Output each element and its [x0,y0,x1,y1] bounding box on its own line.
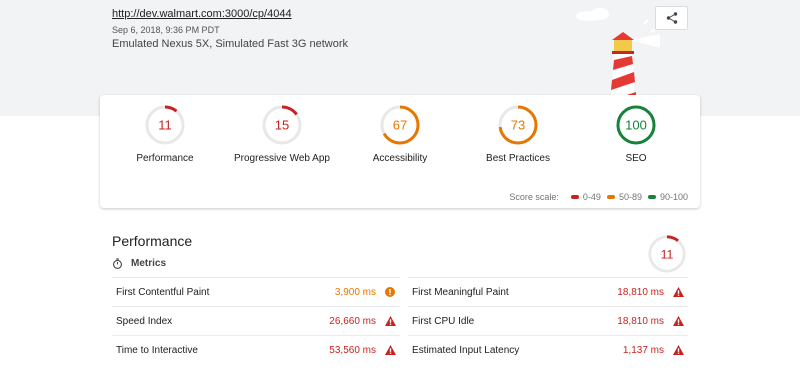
performance-section-title: Performance [112,233,193,249]
gauge-performance[interactable]: 11 Performance [105,103,225,164]
stopwatch-icon [113,258,122,269]
metric-first-cpu-idle: First CPU Idle 18,810 ms [408,306,688,335]
metric-value: 18,810 ms [617,315,664,327]
performance-section-gauge: 11 [646,233,688,280]
share-button[interactable] [655,6,688,30]
warning-triangle-icon [672,344,684,356]
gauge-score: 100 [625,118,647,133]
metrics-table: First Contentful Paint 3,900 ms First Me… [112,277,688,364]
metric-value: 1,137 ms [622,344,664,356]
gauge-progressive-web-app[interactable]: 15 Progressive Web App [222,103,342,164]
pass-dash-icon [647,195,656,199]
scale-item-pass: 90-100 [647,192,688,202]
metric-value: 3,900 ms [334,286,376,298]
score-gauge-ring: 67 [380,105,420,145]
score-scale-legend: Score scale: 0-49 50-89 90-100 [509,192,688,202]
metrics-row: Speed Index 26,660 ms First CPU Idle 18,… [112,306,688,335]
report-url-link[interactable]: http://dev.walmart.com:3000/cp/4044 [112,8,292,20]
gauge-score: 67 [393,118,407,133]
metric-value: 26,660 ms [329,315,376,327]
fail-dash-icon [570,195,579,199]
metrics-header: Metrics [112,258,166,269]
metric-name: First CPU Idle [412,315,475,327]
warning-triangle-icon [672,286,684,298]
gauge-best-practices[interactable]: 73 Best Practices [458,103,578,164]
gauge-label: Accessibility [372,153,428,164]
metric-name: Speed Index [116,315,173,327]
gauge-label: Progressive Web App [234,153,330,164]
score-gauge-ring: 11 [145,105,185,145]
gauge-score: 11 [158,118,172,133]
metrics-row: First Contentful Paint 3,900 ms First Me… [112,277,688,306]
score-scale-label: Score scale: [509,192,559,202]
score-gauge-ring: 73 [498,105,538,145]
gauge-label: Best Practices [486,153,550,164]
score-summary-card: 11 Performance 15 Progressive Web App 67… [100,95,700,208]
gauge-seo[interactable]: 100 SEO [576,103,696,164]
warning-triangle-icon [384,344,396,356]
metric-name: Estimated Input Latency [412,344,520,356]
warning-triangle-icon [384,315,396,327]
metric-speed-index: Speed Index 26,660 ms [112,306,400,335]
metric-value: 53,560 ms [329,344,376,356]
scale-range-label: 0-49 [582,192,601,202]
average-dash-icon [606,195,615,199]
metrics-row: Time to Interactive 53,560 ms Estimated … [112,335,688,364]
score-gauge-ring: 15 [262,105,302,145]
metrics-label: Metrics [131,258,167,269]
metric-time-to-interactive: Time to Interactive 53,560 ms [112,335,400,364]
metric-name: First Contentful Paint [116,286,210,298]
scale-item-fail: 0-49 [570,192,601,202]
gauge-accessibility[interactable]: 67 Accessibility [340,103,460,164]
scale-item-average: 50-89 [606,192,642,202]
report-date: Sep 6, 2018, 9:36 PM PDT [112,25,220,35]
score-gauge-ring: 100 [616,105,656,145]
gauge-score: 15 [275,118,289,133]
metric-value: 18,810 ms [617,286,664,298]
gauge-label: SEO [625,153,647,164]
share-icon [666,12,677,24]
warning-triangle-icon [672,315,684,327]
score-gauge-ring: 11 [648,235,686,273]
info-circle-icon [384,286,396,298]
metric-first-contentful-paint: First Contentful Paint 3,900 ms [112,277,400,306]
report-environment: Emulated Nexus 5X, Simulated Fast 3G net… [112,38,348,50]
metric-estimated-input-latency: Estimated Input Latency 1,137 ms [408,335,688,364]
metric-first-meaningful-paint: First Meaningful Paint 18,810 ms [408,277,688,306]
scale-range-label: 50-89 [618,192,642,202]
metric-name: First Meaningful Paint [412,286,509,298]
gauge-score: 73 [511,118,525,133]
gauge-score: 11 [661,247,674,261]
scale-range-label: 90-100 [659,192,688,202]
metric-name: Time to Interactive [116,344,198,356]
gauge-label: Performance [136,153,194,164]
